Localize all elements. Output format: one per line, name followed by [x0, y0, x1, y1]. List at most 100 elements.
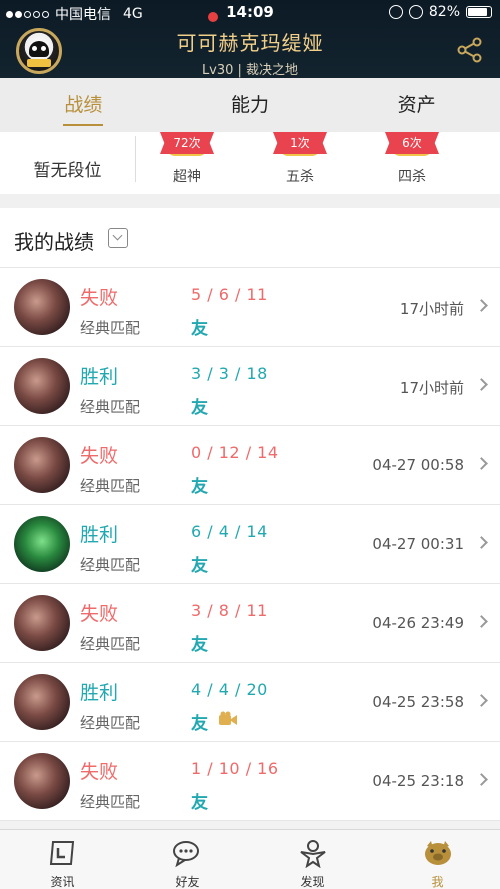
badge-quadrakill: 6次 四杀 [372, 132, 452, 186]
tab-record[interactable]: 战绩 [0, 78, 167, 132]
nav-label: 我 [431, 875, 444, 889]
badge-count: 1次 [273, 132, 327, 154]
alarm-icon [408, 5, 423, 19]
app-header: 中国电信 4G 14:09 82% 可可赫克玛缇娅 Lv30 | 裁决之地 [0, 0, 500, 78]
badge-name: 五杀 [286, 169, 314, 185]
friend-badge: 友 [191, 398, 208, 418]
friend-badge: 友 [191, 714, 208, 734]
match-row[interactable]: 失败经典匹配 1 / 10 / 16 友 04-25 23:18 [0, 742, 500, 821]
badge-name: 超神 [173, 169, 201, 185]
badge-count: 6次 [385, 132, 439, 154]
friend-badge: 友 [191, 556, 208, 576]
match-kda: 3 / 3 / 18 [191, 364, 268, 383]
match-mode: 经典匹配 [80, 398, 141, 416]
match-mode: 经典匹配 [80, 714, 141, 732]
chevron-right-icon [475, 615, 488, 628]
match-row[interactable]: 胜利经典匹配 6 / 4 / 14 友 04-27 00:31 [0, 505, 500, 584]
nav-label: 发现 [300, 875, 325, 889]
share-icon[interactable] [456, 36, 484, 64]
nav-label: 资讯 [50, 875, 75, 889]
rank-summary: 暂无段位 72次 超神 1次 五杀 6次 四杀 [0, 132, 500, 194]
match-row[interactable]: 胜利 经典匹配 4 / 4 / 20 友 04-25 23:58 [0, 663, 500, 742]
match-kda: 5 / 6 / 11 [191, 285, 268, 304]
nav-item-me[interactable]: 我 [375, 830, 500, 889]
hero-avatar [14, 516, 70, 572]
notification-dot [208, 12, 218, 22]
player-level-server: Lv30 | 裁决之地 [201, 63, 299, 78]
chevron-right-icon [475, 378, 488, 391]
profile-tabs: 战绩 能力 资产 [0, 78, 500, 132]
hero-avatar [14, 674, 70, 730]
tab-label: 资产 [397, 94, 436, 116]
match-result: 失败 [80, 287, 119, 309]
section-spacer [0, 194, 500, 208]
badge-legendary: 72次 超神 [147, 132, 227, 186]
battery-icon [466, 6, 492, 18]
match-time: 04-27 00:58 [372, 456, 464, 474]
match-kda: 1 / 10 / 16 [191, 759, 279, 778]
tab-assets[interactable]: 资产 [333, 78, 500, 132]
match-list: 失败 经典匹配 5 / 6 / 11 友 17小时前 胜利 经典匹配 3 / 3 / 18 友 1… [0, 268, 500, 821]
match-kda: 6 / 4 / 14 [191, 522, 268, 541]
status-right: 82% [388, 4, 492, 20]
match-row[interactable]: 胜利 经典匹配 3 / 3 / 18 友 17小时前 [0, 347, 500, 426]
match-row[interactable]: 失败经典匹配 0 / 12 / 14 友 04-27 00:58 [0, 426, 500, 505]
video-replay-icon[interactable] [218, 711, 238, 727]
hero-avatar [14, 358, 70, 414]
player-name: 可可赫克玛缇娅 [176, 31, 324, 55]
badge-count: 72次 [160, 132, 214, 154]
friend-badge: 友 [191, 319, 208, 339]
chevron-right-icon [475, 694, 488, 707]
match-result: 胜利 [80, 682, 119, 704]
friend-badge: 友 [191, 793, 208, 813]
tab-ability[interactable]: 能力 [167, 78, 334, 132]
match-time: 17小时前 [399, 379, 464, 397]
match-time: 04-27 00:31 [372, 535, 464, 553]
badge-pentakill: 1次 五杀 [260, 132, 340, 186]
chevron-right-icon [475, 536, 488, 549]
chevron-right-icon [475, 457, 488, 470]
nav-item-discover[interactable]: 发现 [250, 830, 375, 889]
tab-label: 战绩 [64, 94, 103, 116]
match-row[interactable]: 失败经典匹配 5 / 6 / 11 友 17小时前 [0, 268, 500, 347]
divider [135, 136, 136, 182]
match-result: 失败 [80, 445, 119, 467]
match-kda: 0 / 12 / 14 [191, 443, 279, 462]
match-kda: 4 / 4 / 20 [191, 680, 268, 699]
filter-dropdown-icon[interactable] [108, 228, 128, 248]
match-mode: 经典匹配 [80, 793, 141, 811]
match-row[interactable]: 失败 经典匹配 3 / 8 / 11 友 04-26 23:49 [0, 584, 500, 663]
tab-label: 能力 [231, 94, 270, 116]
match-mode: 经典匹配 [80, 556, 141, 574]
record-section-header: 我的战绩 [0, 208, 500, 268]
profile-title: 可可赫克玛缇娅 Lv30 | 裁决之地 [0, 27, 500, 78]
match-time: 17小时前 [399, 300, 464, 318]
match-result: 失败 [80, 761, 119, 783]
bottom-nav: 资讯 好友 发现 我 [0, 829, 500, 889]
friend-badge: 友 [191, 477, 208, 497]
chevron-right-icon [475, 773, 488, 786]
match-result: 失败 [80, 603, 119, 625]
chevron-right-icon [475, 299, 488, 312]
match-kda: 3 / 8 / 11 [191, 601, 268, 620]
rank-label: 暂无段位 [33, 161, 102, 181]
match-time: 04-26 23:49 [372, 614, 464, 632]
match-mode: 经典匹配 [80, 319, 141, 337]
chat-bubble-icon [172, 841, 199, 868]
hero-avatar [14, 753, 70, 809]
nav-label: 好友 [175, 875, 200, 889]
match-time: 04-25 23:18 [372, 772, 464, 790]
discover-icon [299, 840, 326, 868]
match-result: 胜利 [80, 524, 119, 546]
nav-item-news[interactable]: 资讯 [0, 830, 125, 889]
section-title: 我的战绩 [14, 230, 94, 254]
nav-item-friends[interactable]: 好友 [125, 830, 250, 889]
hero-avatar [14, 595, 70, 651]
hero-avatar [14, 279, 70, 335]
battery-percent: 82% [428, 4, 460, 20]
active-tab-indicator [63, 118, 104, 126]
match-mode: 经典匹配 [80, 477, 141, 495]
status-bar: 中国电信 4G 14:09 82% [0, 0, 500, 24]
match-mode: 经典匹配 [80, 635, 141, 653]
badge-name: 四杀 [398, 169, 426, 185]
